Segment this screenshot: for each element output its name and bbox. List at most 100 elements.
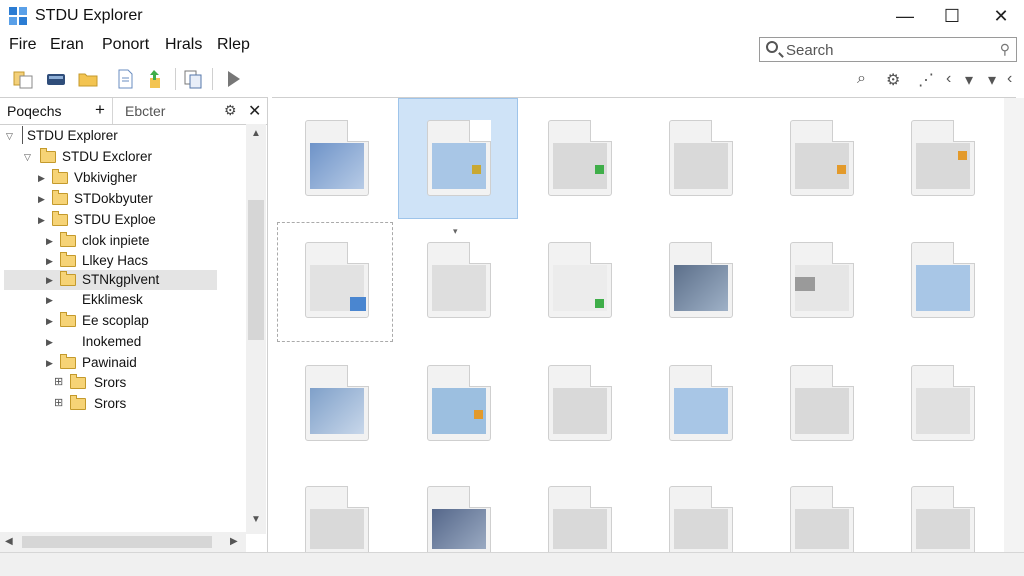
tree-item[interactable]: ▶ STDU Exploe <box>4 210 244 230</box>
project-panel: Poqechs + Ebcter ⚙ ✕ ▽ STDU Explorer ▽ S… <box>0 97 268 552</box>
chevron-down-icon[interactable]: ▽ <box>6 126 13 146</box>
tree-item[interactable]: ▽ STDU Exclorer <box>4 147 244 167</box>
chevron-right-icon[interactable]: ▶ <box>46 251 53 271</box>
menu-item-fire[interactable]: Fire <box>9 36 37 54</box>
search-box[interactable]: ⚲ <box>759 37 1017 62</box>
status-bar <box>0 552 1024 576</box>
file-thumbnail[interactable] <box>649 345 749 445</box>
gear-icon[interactable]: ⚙ <box>224 102 237 119</box>
file-thumbnail[interactable] <box>407 466 507 566</box>
drive-icon[interactable] <box>45 68 67 90</box>
tree-item[interactable]: ▶ clok inpiete <box>4 231 244 251</box>
folder-icon <box>40 148 56 163</box>
search-go-icon[interactable]: ⚲ <box>1000 41 1010 58</box>
tree-vertical-scrollbar[interactable]: ▲ ▼ <box>246 124 266 534</box>
tree-item[interactable]: ⊞ Srors <box>4 373 244 393</box>
search-icon <box>766 41 778 53</box>
minimize-button[interactable]: — <box>882 0 928 32</box>
file-thumbnail[interactable] <box>770 345 870 445</box>
tree-item[interactable]: ▶ Llkey Hacs <box>4 251 244 271</box>
document-icon[interactable] <box>114 68 136 90</box>
toolbar-separator <box>212 68 213 90</box>
chevron-down-icon[interactable]: ▽ <box>24 147 31 167</box>
file-thumbnail[interactable] <box>528 466 628 566</box>
file-thumbnail[interactable] <box>649 466 749 566</box>
file-thumbnail[interactable] <box>528 222 628 322</box>
chevron-right-icon[interactable]: ▶ <box>46 270 53 290</box>
folder-icon <box>60 232 76 247</box>
add-tab-button[interactable]: + <box>95 100 105 120</box>
file-thumbnail[interactable] <box>891 345 991 445</box>
menu-item-hrals[interactable]: Hrals <box>165 36 202 54</box>
chevron-right-icon[interactable]: ▶ <box>38 168 45 188</box>
file-thumbnail[interactable] <box>770 100 870 200</box>
tree-item[interactable]: ▶ Pawinaid <box>4 353 244 373</box>
gear-icon[interactable]: ⚙ <box>886 70 900 90</box>
close-window-button[interactable]: ✕ <box>978 0 1024 32</box>
back-icon[interactable]: ‹ <box>946 70 951 88</box>
file-thumbnail[interactable] <box>285 100 385 200</box>
tree-item[interactable]: ▶ Ee scoplap <box>4 311 244 331</box>
file-thumbnail[interactable] <box>891 100 991 200</box>
chevron-right-icon[interactable]: ▶ <box>38 210 45 230</box>
folder-icon <box>60 354 76 369</box>
chevron-down-icon[interactable]: ▾ <box>965 70 973 90</box>
chevron-right-icon[interactable]: ▶ <box>38 189 45 209</box>
file-thumbnail[interactable] <box>285 345 385 445</box>
file-thumbnail[interactable] <box>285 466 385 566</box>
folder-icon <box>60 271 76 286</box>
chevron-right-icon[interactable]: ▶ <box>46 353 53 373</box>
steps-icon[interactable]: ⋰ <box>918 70 934 90</box>
folder-icon <box>52 190 68 205</box>
chevron-right-icon[interactable]: ▶ <box>46 231 53 251</box>
file-thumbnail[interactable] <box>285 222 385 322</box>
file-thumbnail[interactable] <box>528 345 628 445</box>
tree-item[interactable]: ⊞ Srors <box>4 394 244 414</box>
forward-icon[interactable]: ‹ <box>1007 70 1012 88</box>
chevron-down-icon[interactable]: ▾ <box>988 70 996 90</box>
play-icon[interactable] <box>222 68 244 90</box>
menu-item-rlep[interactable]: Rlep <box>217 36 250 54</box>
file-thumbnail[interactable] <box>770 222 870 322</box>
scroll-down-icon[interactable]: ▼ <box>251 514 261 525</box>
chevron-right-icon[interactable]: ▶ <box>46 290 53 310</box>
tree-horizontal-scrollbar[interactable]: ◀ ▶ <box>0 532 246 552</box>
grid-icon: ⊞ <box>54 397 64 409</box>
file-thumbnail[interactable] <box>528 100 628 200</box>
tree-item[interactable]: ▶ Inokemed <box>4 332 244 352</box>
file-thumbnail[interactable] <box>407 222 507 322</box>
folder-icon <box>60 312 76 327</box>
scroll-left-icon[interactable]: ◀ <box>5 536 13 547</box>
chevron-right-icon[interactable]: ▶ <box>46 311 53 331</box>
file-thumbnail[interactable] <box>649 222 749 322</box>
file-thumbnail[interactable] <box>891 222 991 322</box>
scroll-thumb[interactable] <box>248 200 264 340</box>
file-thumbnail[interactable] <box>891 466 991 566</box>
close-panel-button[interactable]: ✕ <box>248 101 261 121</box>
maximize-button[interactable]: ☐ <box>929 0 975 32</box>
tree-item[interactable]: ▶ Vbkivigher <box>4 168 244 188</box>
new-folder-icon[interactable] <box>12 68 34 90</box>
content-vertical-scrollbar[interactable] <box>1004 98 1024 552</box>
file-thumbnail[interactable] <box>770 466 870 566</box>
menu-item-ponort[interactable]: Ponort <box>102 36 149 54</box>
file-thumbnail[interactable] <box>407 345 507 445</box>
scroll-right-icon[interactable]: ▶ <box>230 536 238 547</box>
search-input[interactable] <box>786 41 986 59</box>
file-thumbnail[interactable] <box>649 100 749 200</box>
open-folder-icon[interactable] <box>77 68 99 90</box>
file-thumbnail[interactable] <box>407 100 507 200</box>
zoom-icon[interactable]: ⌕ <box>857 70 866 88</box>
tree-item-selected[interactable]: ▶ STNkgplvent <box>4 270 217 290</box>
tree-item[interactable]: ▶ Ekklimesk <box>4 290 244 310</box>
convert-icon[interactable] <box>146 68 168 90</box>
tree-item[interactable]: ▽ STDU Explorer <box>4 126 244 146</box>
copy-icon[interactable] <box>182 68 204 90</box>
chevron-right-icon[interactable]: ▶ <box>46 332 53 352</box>
scroll-up-icon[interactable]: ▲ <box>251 128 261 139</box>
menu-item-eran[interactable]: Eran <box>50 36 84 54</box>
tab-projects[interactable]: Poqechs + <box>0 98 113 124</box>
tree-item[interactable]: ▶ STDokbyuter <box>4 189 244 209</box>
scroll-thumb[interactable] <box>22 536 212 548</box>
tab-explorer[interactable]: Ebcter <box>125 103 165 119</box>
